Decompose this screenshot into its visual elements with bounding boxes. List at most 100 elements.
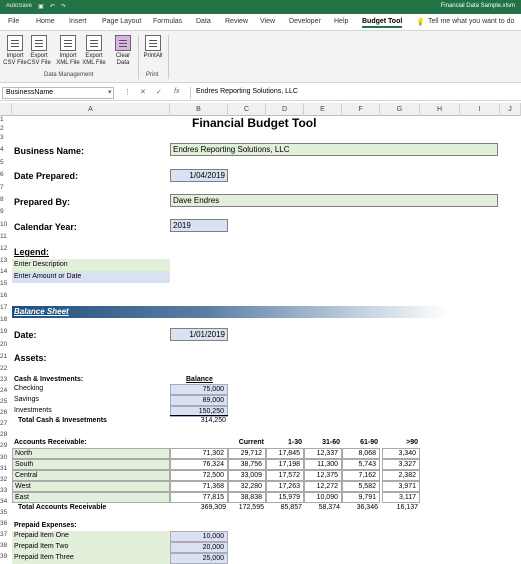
row-header[interactable]: 23 — [0, 376, 12, 383]
name-box[interactable]: BusinessName — [2, 87, 114, 99]
row-header[interactable]: 30 — [0, 454, 12, 461]
row-header[interactable]: 8 — [0, 196, 12, 203]
row-header[interactable]: 1 — [0, 116, 12, 123]
row-header[interactable]: 29 — [0, 442, 12, 449]
row-header[interactable]: 3 — [0, 134, 12, 141]
prepaid-item-cell[interactable]: Prepaid Item Two — [12, 542, 170, 553]
row-header[interactable]: 9 — [0, 208, 12, 215]
tab-insert[interactable]: Insert — [69, 18, 87, 25]
ar-aging-cell[interactable]: 15,979 — [266, 492, 304, 503]
ar-aging-cell[interactable]: 2,382 — [382, 470, 420, 481]
export-xml-button[interactable]: Export XML File — [80, 35, 108, 67]
ar-aging-cell[interactable]: 17,198 — [266, 459, 304, 470]
ar-aging-cell[interactable]: 17,572 — [266, 470, 304, 481]
calendar-year-input[interactable]: 2019 — [170, 219, 228, 232]
worksheet-grid[interactable]: Financial Budget Tool Business Name: End… — [12, 116, 521, 564]
row-header[interactable]: 21 — [0, 353, 12, 360]
column-header[interactable]: F — [342, 103, 380, 116]
row-header[interactable]: 24 — [0, 387, 12, 394]
ar-aging-cell[interactable]: 8,068 — [342, 448, 380, 459]
column-header[interactable]: G — [380, 103, 420, 116]
ar-aging-cell[interactable]: 12,272 — [304, 481, 342, 492]
ar-aging-cell[interactable]: 7,162 — [342, 470, 380, 481]
clear-data-button[interactable]: Clear Data — [109, 35, 137, 67]
row-header[interactable]: 31 — [0, 465, 12, 472]
tab-file[interactable]: File — [8, 18, 19, 25]
prepaid-item-cell[interactable]: Prepaid Item Three — [12, 553, 170, 564]
ar-aging-cell[interactable]: 3,327 — [382, 459, 420, 470]
print-all-button[interactable]: PrintAll — [139, 35, 167, 60]
tab-developer[interactable]: Developer — [289, 18, 321, 25]
column-header[interactable]: C — [228, 103, 266, 116]
row-header[interactable]: 13 — [0, 257, 12, 264]
row-header[interactable]: 32 — [0, 476, 12, 483]
row-header[interactable]: 22 — [0, 365, 12, 372]
row-header[interactable]: 28 — [0, 431, 12, 438]
row-header[interactable]: 10 — [0, 221, 12, 228]
export-csv-button[interactable]: Export CSV File — [25, 35, 53, 67]
ar-aging-cell[interactable]: 11,300 — [304, 459, 342, 470]
ar-aging-cell[interactable]: 3,117 — [382, 492, 420, 503]
ar-aging-cell[interactable]: 12,337 — [304, 448, 342, 459]
tab-formulas[interactable]: Formulas — [153, 18, 182, 25]
chevron-down-icon[interactable]: ▾ — [108, 88, 112, 96]
function-icon[interactable]: fx — [174, 88, 179, 95]
date-prepared-input[interactable]: 1/04/2019 — [170, 169, 228, 182]
prepaid-item-cell[interactable]: Prepaid Item One — [12, 531, 170, 542]
ar-aging-cell[interactable]: 32,280 — [228, 481, 266, 492]
import-xml-button[interactable]: Import XML File — [54, 35, 82, 67]
tab-review[interactable]: Review — [225, 18, 248, 25]
row-header[interactable]: 38 — [0, 542, 12, 549]
tab-help[interactable]: Help — [334, 18, 348, 25]
ar-total-cell[interactable]: 77,815 — [170, 492, 228, 503]
row-header[interactable]: 17 — [0, 304, 12, 311]
balance-date-input[interactable]: 1/01/2019 — [170, 328, 228, 341]
ar-aging-cell[interactable]: 3,971 — [382, 481, 420, 492]
prepaid-value-input[interactable]: 20,000 — [170, 542, 228, 553]
tab-home[interactable]: Home — [36, 18, 55, 25]
enter-icon[interactable]: ✓ — [156, 88, 162, 96]
ar-total-cell[interactable]: 72,500 — [170, 470, 228, 481]
row-header[interactable]: 35 — [0, 509, 12, 516]
undo-icon[interactable]: ↶ — [50, 3, 55, 10]
row-header[interactable]: 34 — [0, 498, 12, 505]
ar-aging-cell[interactable]: 38,756 — [228, 459, 266, 470]
ar-region-cell[interactable]: South — [12, 459, 170, 470]
ar-region-cell[interactable]: East — [12, 492, 170, 503]
select-all-corner[interactable] — [0, 103, 12, 116]
row-header[interactable]: 16 — [0, 292, 12, 299]
row-header[interactable]: 18 — [0, 316, 12, 323]
column-header[interactable]: H — [420, 103, 460, 116]
row-header[interactable]: 39 — [0, 553, 12, 560]
ar-region-cell[interactable]: West — [12, 481, 170, 492]
row-header[interactable]: 7 — [0, 184, 12, 191]
ar-aging-cell[interactable]: 3,340 — [382, 448, 420, 459]
ar-aging-cell[interactable]: 33,009 — [228, 470, 266, 481]
row-header[interactable]: 14 — [0, 268, 12, 275]
column-header[interactable]: B — [170, 103, 228, 116]
tell-me-search[interactable]: Tell me what you want to do — [428, 18, 514, 25]
row-header[interactable]: 11 — [0, 233, 12, 240]
row-header[interactable]: 33 — [0, 487, 12, 494]
row-header[interactable]: 6 — [0, 171, 12, 178]
ar-aging-cell[interactable]: 5,582 — [342, 481, 380, 492]
column-header[interactable]: I — [460, 103, 500, 116]
prepaid-value-input[interactable]: 25,000 — [170, 553, 228, 564]
row-header[interactable]: 2 — [0, 125, 12, 132]
formula-input[interactable]: Endres Reporting Solutions, LLC — [190, 87, 520, 99]
tab-budget-tool[interactable]: Budget Tool — [362, 18, 403, 28]
cancel-icon[interactable]: ✕ — [140, 88, 146, 96]
row-header[interactable]: 5 — [0, 159, 12, 166]
row-header[interactable]: 27 — [0, 420, 12, 427]
row-header[interactable]: 4 — [0, 146, 12, 153]
row-header[interactable]: 36 — [0, 520, 12, 527]
ar-region-cell[interactable]: North — [12, 448, 170, 459]
tab-view[interactable]: View — [260, 18, 275, 25]
ar-aging-cell[interactable]: 38,838 — [228, 492, 266, 503]
tab-page-layout[interactable]: Page Layout — [102, 18, 141, 25]
ar-aging-cell[interactable]: 10,090 — [304, 492, 342, 503]
ar-aging-cell[interactable]: 9,791 — [342, 492, 380, 503]
column-header[interactable]: D — [266, 103, 304, 116]
autosave-toggle[interactable]: AutoSave — [6, 3, 32, 10]
row-header[interactable]: 15 — [0, 280, 12, 287]
